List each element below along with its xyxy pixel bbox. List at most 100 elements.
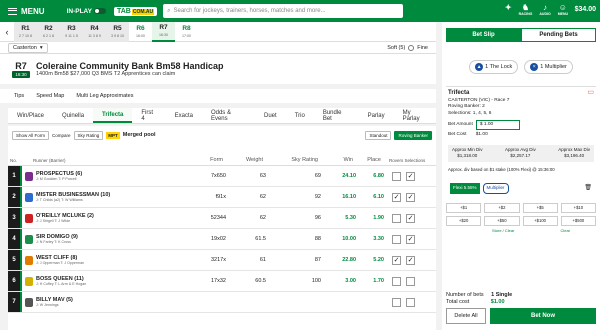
place-odds[interactable]: 1.90: [356, 215, 384, 221]
gift-icon[interactable]: ✦: [505, 3, 512, 16]
quick-stake-button[interactable]: +$1: [446, 202, 482, 213]
bet-card: Trifecta ▭ CASTERTON (VIC) - Race 7 Rovi…: [446, 86, 596, 197]
race-tab-r5[interactable]: R5 3 9 8 10: [106, 22, 129, 42]
win-odds[interactable]: 3.00: [321, 278, 356, 284]
the-lock-button[interactable]: ▲ 1 The Lock: [469, 60, 519, 74]
race-tab-r4[interactable]: R4 11 3 8 9: [83, 22, 106, 42]
win-odds[interactable]: 10.00: [321, 236, 356, 242]
banker-checkbox[interactable]: [392, 171, 401, 181]
menu-label: MENU: [21, 6, 45, 16]
roving-banker-button[interactable]: Roving Banker: [394, 130, 432, 140]
race-tab-r7[interactable]: R7 16:30: [152, 22, 175, 42]
quick-stake-button[interactable]: +$10: [560, 202, 596, 213]
flexi-badge[interactable]: Flexi 5.55%: [450, 183, 480, 194]
tab-pending-bets[interactable]: Pending Bets: [521, 28, 596, 42]
tab-logo[interactable]: TAB COM.AU: [113, 6, 158, 16]
race-nav-item[interactable]: Multi Leg Approximates: [76, 93, 133, 99]
table-row[interactable]: 5 WEST CLIFF (8) J: J Opperman T: J Opperm…: [8, 250, 436, 271]
clear-link[interactable]: Clear: [560, 228, 570, 233]
win-odds[interactable]: 22.80: [321, 257, 356, 263]
selection-checkbox[interactable]: ✓: [406, 192, 415, 202]
banker-checkbox[interactable]: [392, 297, 401, 307]
trash-icon[interactable]: 🗑: [584, 185, 592, 192]
quick-stake-button[interactable]: +$2: [484, 202, 520, 213]
tab-bet-type[interactable]: Bundle Bet: [314, 108, 359, 123]
runner-cell: BILLY MAV (5) J: W Jennings: [36, 297, 156, 307]
race-tab-r2[interactable]: R2 6 2 1 8: [37, 22, 60, 42]
selection-checkbox[interactable]: [406, 297, 415, 307]
table-row[interactable]: 7 BILLY MAV (5) J: W Jennings: [8, 292, 436, 313]
menu-button[interactable]: MENU: [0, 7, 53, 16]
race-nav-item[interactable]: Tips: [14, 93, 24, 99]
search-input[interactable]: ⌕ Search for jockeys, trainers, horses, m…: [163, 4, 404, 18]
tab-bet-type[interactable]: Trio: [286, 108, 314, 123]
quick-stake-button[interactable]: +$500: [560, 215, 596, 226]
bet-amount-input[interactable]: $ 1.00: [475, 120, 520, 130]
audio-icon-glyph: ♪: [543, 3, 548, 12]
tab-bet-type[interactable]: First 4: [132, 108, 165, 123]
race-nav-item[interactable]: Speed Map: [36, 93, 64, 99]
tab-bet-type[interactable]: Exacta: [166, 108, 202, 123]
banker-checkbox[interactable]: ✓: [392, 192, 401, 202]
bet-selections: Selections: 1, 4, 5, 6: [448, 110, 492, 116]
user-icon[interactable]: ☺ MENU: [558, 3, 568, 16]
show-form-button[interactable]: Show All Form: [12, 130, 50, 140]
selection-checkbox[interactable]: ✓: [406, 213, 415, 223]
quick-stake-button[interactable]: +$100: [522, 215, 558, 226]
multiplier-button[interactable]: × 1 Multiplier: [524, 60, 573, 74]
table-row[interactable]: 4 SIR DOMIGO (9) J: N Farley T: K Cross 19x…: [8, 229, 436, 250]
account-balance[interactable]: $34.00: [575, 6, 596, 13]
inplay-toggle[interactable]: IN-PLAY: [67, 8, 106, 15]
quick-stake-button[interactable]: +$20: [446, 215, 482, 226]
store-clear-link[interactable]: Store / Clear: [492, 228, 514, 233]
win-odds[interactable]: 5.30: [321, 215, 356, 221]
bet-type: Trifecta: [448, 90, 470, 96]
multiplier-toggle[interactable]: Multiplier: [482, 183, 509, 194]
place-odds[interactable]: 6.10: [356, 194, 384, 200]
banker-checkbox[interactable]: [392, 234, 401, 244]
quick-stake-button[interactable]: +$50: [484, 215, 520, 226]
selection-checkbox[interactable]: ✓: [406, 234, 415, 244]
standout-button[interactable]: Standout: [365, 130, 392, 140]
race-tab-r8[interactable]: R8 17:00: [175, 22, 198, 42]
place-odds[interactable]: 1.70: [356, 278, 384, 284]
table-row[interactable]: 6 BOSS QUEEN (11) J: H Coffey T: L Arrn & …: [8, 271, 436, 292]
table-row[interactable]: 1 PROSPECTUS (6) J: M Goolden T: P Purcell…: [8, 166, 436, 187]
tab-bet-type[interactable]: Trifecta: [93, 108, 133, 123]
horse-icon[interactable]: ♞ RACING: [519, 3, 533, 16]
selection-checkbox[interactable]: ✓: [406, 255, 415, 265]
selection-checkbox[interactable]: [406, 276, 415, 286]
race-tab-r1[interactable]: R1 2 7 10 8: [14, 22, 37, 42]
runner-jockey-trainer: J: N Farley T: K Cross: [36, 240, 71, 244]
tab-bet-type[interactable]: Quinella: [53, 108, 93, 123]
search-icon: ⌕: [167, 7, 171, 14]
tab-bet-type[interactable]: My Parlay: [394, 108, 436, 123]
table-row[interactable]: 3 O'REILLY MCLUKE (2) J: J Stirgell T: J W…: [8, 208, 436, 229]
quick-stake-button[interactable]: +$5: [522, 202, 558, 213]
tab-bet-slip[interactable]: Bet Slip: [446, 28, 521, 42]
banker-checkbox[interactable]: ✓: [392, 255, 401, 265]
race-tab-r6[interactable]: R6 16:00: [129, 22, 152, 42]
close-icon[interactable]: ▭: [587, 89, 594, 97]
audio-icon[interactable]: ♪ AUDIO: [539, 3, 550, 16]
place-odds[interactable]: 3.30: [356, 236, 384, 242]
place-odds[interactable]: 6.80: [356, 173, 384, 179]
bet-now-button[interactable]: Bet Now: [490, 308, 596, 324]
place-odds[interactable]: 5.20: [356, 257, 384, 263]
tab-bet-type[interactable]: Odds & Evens: [202, 108, 255, 123]
venue-select[interactable]: Casterton ▾: [8, 42, 48, 53]
rating-select[interactable]: Sky Rating: [73, 130, 104, 140]
tab-bet-type[interactable]: Parlay: [359, 108, 394, 123]
nav-back-button[interactable]: ‹: [0, 22, 14, 42]
banker-checkbox[interactable]: [392, 213, 401, 223]
win-odds[interactable]: 24.10: [321, 173, 356, 179]
banker-checkbox[interactable]: [392, 276, 401, 286]
delete-all-button[interactable]: Delete All: [446, 308, 486, 324]
table-row[interactable]: 2 MISTER BUSINESSMAN (10) J: T Childs (a2)…: [8, 187, 436, 208]
tab-bet-type[interactable]: Duet: [255, 108, 286, 123]
tab-bet-type[interactable]: Win/Place: [8, 108, 53, 123]
race-tab-result: 16:00: [136, 33, 145, 38]
race-tab-r3[interactable]: R3 9 11 1 5: [60, 22, 83, 42]
selection-checkbox[interactable]: ✓: [406, 171, 415, 181]
win-odds[interactable]: 16.10: [321, 194, 356, 200]
